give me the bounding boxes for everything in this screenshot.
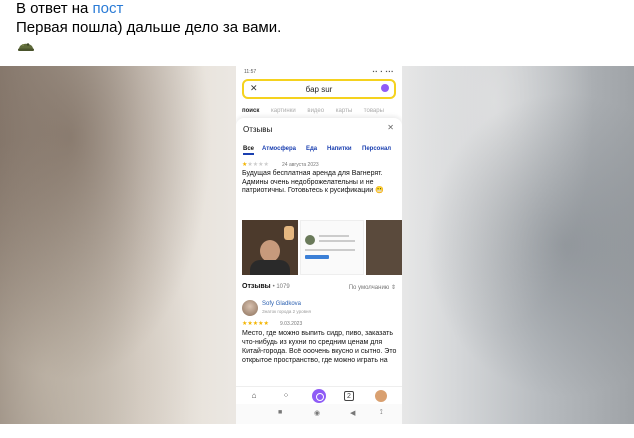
review2-author[interactable]: Sofy Gladkova (262, 301, 301, 307)
tab-maps[interactable]: карты (336, 108, 352, 114)
photo-lamp (284, 226, 294, 240)
tab-video[interactable]: видео (307, 108, 324, 114)
review-filters: Все Атмосфера Еда Напитки Персонал (241, 143, 401, 157)
photo-person-head (260, 240, 280, 262)
profile-avatar-icon[interactable] (375, 390, 387, 402)
review1-stars: ★★★★★ (242, 161, 269, 168)
reviews-sheet: Отзывы ✕ Все Атмосфера Еда Напитки Персо… (236, 118, 402, 386)
sort-dropdown[interactable]: По умолчанию ⇕ (349, 284, 396, 291)
tab-search[interactable]: поиск (242, 108, 259, 114)
back-icon[interactable]: ◀ (350, 409, 355, 417)
review1-text: Будущая бесплатная аренда для Вагнерят. … (242, 170, 398, 196)
review-photos (242, 220, 402, 275)
reviews-count: • 1079 (272, 284, 290, 290)
review-photo-profile-screenshot[interactable] (300, 220, 364, 275)
message-post: В ответ на пост Первая пошла) дальше дел… (0, 0, 634, 438)
alice-icon[interactable] (312, 389, 326, 403)
military-helmet-icon (18, 43, 34, 51)
alice-mic-icon[interactable] (380, 82, 390, 94)
search-tabs: поиск картинки видео карты товары (242, 108, 394, 114)
apps-icon[interactable]: ⁘ (280, 390, 292, 402)
screenshot-image[interactable]: 11:57 ▪▪ ▪ ▪▪▪ ✕ бар sur поиск картинки … (0, 66, 634, 424)
reply-line: В ответ на пост (16, 0, 123, 18)
filter-staff[interactable]: Персонал (362, 143, 391, 155)
review2-date: 9.03.2023 (280, 321, 303, 327)
filter-all[interactable]: Все (243, 143, 255, 155)
review-photo[interactable] (366, 220, 402, 275)
status-icons: ▪▪ ▪ ▪▪▪ (372, 69, 394, 75)
stars-empty: ★★★★ (247, 162, 269, 168)
reply-prefix: В ответ на (16, 0, 89, 17)
status-time: 11:57 (244, 69, 257, 75)
blurred-background-left (0, 66, 236, 424)
tabs-count-icon[interactable]: 2 (344, 391, 354, 401)
review2-text: Место, где можно выпить сидр, пиво, зака… (242, 330, 397, 364)
filter-food[interactable]: Еда (306, 143, 317, 155)
photo-avatar (305, 235, 315, 245)
photo-line (319, 240, 355, 242)
grimace-emoji: 😬 (375, 187, 384, 194)
tab-goods[interactable]: товары (364, 108, 384, 114)
close-icon[interactable]: ✕ (387, 123, 394, 132)
photo-person-body (250, 260, 290, 275)
sheet-title: Отзывы (243, 125, 273, 134)
system-nav-bar: ■ ◉ ◀ ⟟ (236, 404, 402, 424)
phone-screenshot: 11:57 ▪▪ ▪ ▪▪▪ ✕ бар sur поиск картинки … (236, 66, 402, 424)
status-bar: 11:57 ▪▪ ▪ ▪▪▪ (236, 66, 402, 76)
review1-body: Будущая бесплатная аренда для Вагнерят. … (242, 170, 383, 194)
review2-author-level: Знаток города 2 уровня (262, 309, 311, 314)
review2-stars: ★★★★★ (242, 321, 269, 327)
blurred-background-right (402, 66, 634, 424)
tab-images[interactable]: картинки (271, 108, 296, 114)
reviews-header: Отзывы • 1079 (242, 283, 290, 290)
search-bar[interactable]: ✕ бар sur (242, 79, 396, 99)
accessibility-icon[interactable]: ⟟ (380, 409, 383, 417)
review-photo[interactable] (242, 220, 298, 275)
filter-atmosphere[interactable]: Атмосфера (262, 143, 296, 155)
search-query[interactable]: бар sur (244, 85, 394, 94)
photo-line (319, 235, 349, 237)
filter-drinks[interactable]: Напитки (327, 143, 352, 155)
reply-link[interactable]: пост (93, 0, 124, 17)
review1-date: 24 августа 2023 (282, 162, 319, 168)
home-circle-icon[interactable]: ◉ (314, 409, 320, 417)
photo-button (305, 255, 329, 259)
avatar[interactable] (242, 300, 258, 316)
photo-line (305, 249, 355, 251)
home-icon[interactable]: ⌂ (248, 390, 260, 402)
bottom-nav: ⌂ ⁘ 2 (236, 386, 402, 404)
recent-apps-icon[interactable]: ■ (278, 409, 282, 416)
post-text: Первая пошла) дальше дело за вами. (16, 19, 282, 36)
reviews-label: Отзывы (242, 283, 271, 290)
